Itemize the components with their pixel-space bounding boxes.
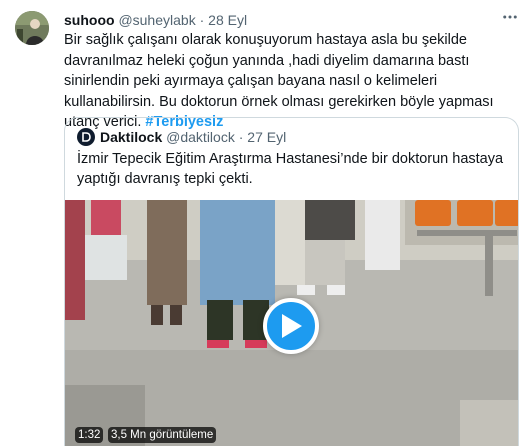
tweet-date[interactable]: 28 Eyl (208, 12, 247, 28)
avatar[interactable] (15, 11, 49, 45)
quoted-date[interactable]: 27 Eyl (247, 128, 286, 146)
video-player[interactable]: 1:32 3,5 Mn görüntüleme (65, 200, 518, 446)
separator: · (199, 12, 205, 28)
play-button[interactable] (263, 298, 319, 354)
tweet-body: Bir sağlık çalışanı olarak konuşuyorum h… (64, 32, 494, 130)
author-name[interactable]: suhooo (64, 12, 115, 28)
tweet[interactable]: suhooo @suheylabk · 28 Eyl Bir sağlık ça… (0, 0, 531, 446)
quoted-author-name[interactable]: Daktilock (100, 128, 162, 146)
daktilock-logo-icon[interactable] (77, 128, 95, 146)
play-icon (282, 314, 302, 338)
quoted-tweet[interactable]: Daktilock @daktilock · 27 Eyl İzmir Tepe… (64, 117, 519, 446)
quoted-author-handle[interactable]: @daktilock (166, 128, 235, 146)
video-duration: 1:32 (75, 427, 104, 443)
tweet-header: suhooo @suheylabk · 28 Eyl (64, 11, 247, 29)
quoted-tweet-header: Daktilock @daktilock · 27 Eyl (77, 128, 286, 146)
quoted-separator: · (238, 129, 244, 145)
quoted-tweet-text: İzmir Tepecik Eğitim Araştırma Hastanesi… (77, 151, 504, 187)
author-handle[interactable]: @suheylabk (118, 12, 195, 28)
more-icon[interactable] (499, 6, 521, 28)
video-views: 3,5 Mn görüntüleme (108, 427, 217, 443)
